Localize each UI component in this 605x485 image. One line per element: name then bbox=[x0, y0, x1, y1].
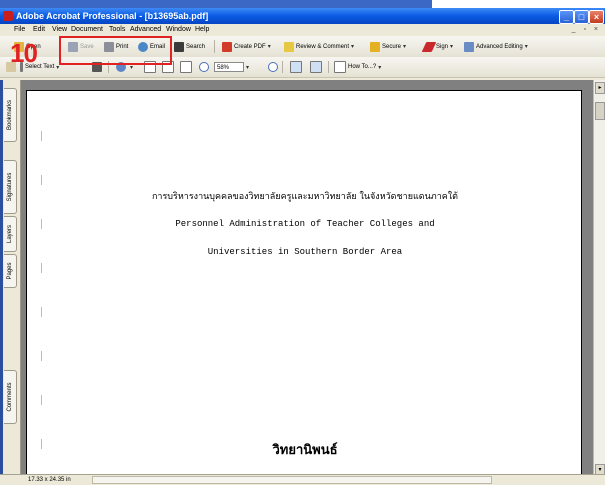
navigation-panel: Bookmarks Signatures Layers Pages Commen… bbox=[0, 80, 21, 478]
minimize-button[interactable]: _ bbox=[559, 10, 574, 24]
help-page-icon bbox=[334, 61, 346, 73]
review-icon bbox=[284, 41, 294, 52]
rotate-left-button[interactable] bbox=[290, 57, 304, 77]
tab-comments[interactable]: Comments bbox=[4, 370, 17, 424]
how-to-label: How To...? bbox=[348, 64, 377, 70]
zoom-level-field[interactable]: 58% ▾ bbox=[214, 57, 249, 77]
zoom-in-button[interactable] bbox=[268, 57, 280, 77]
binoculars-icon bbox=[174, 41, 184, 52]
tab-signatures-label: Signatures bbox=[7, 172, 13, 202]
advanced-editing-button[interactable]: Advanced Editing ▾ bbox=[464, 36, 528, 57]
how-to-button[interactable]: How To...? ▾ bbox=[334, 57, 381, 77]
margin-mark bbox=[41, 175, 47, 185]
tab-bookmarks-label: Bookmarks bbox=[7, 99, 13, 131]
lock-icon bbox=[370, 41, 380, 52]
menu-window[interactable]: Window bbox=[166, 24, 191, 35]
top-strip bbox=[0, 0, 605, 8]
tutorial-step-number: 10 bbox=[10, 38, 38, 68]
menu-view[interactable]: View bbox=[52, 24, 67, 35]
fit-width-button[interactable] bbox=[180, 57, 194, 77]
zoom-out-icon bbox=[199, 62, 209, 72]
search-button[interactable]: Search bbox=[174, 36, 205, 57]
dropdown-arrow-icon: ▾ bbox=[351, 44, 355, 50]
toolbar-separator bbox=[328, 61, 329, 73]
mdi-controls[interactable]: _ ▫ × bbox=[572, 24, 601, 35]
menu-tools[interactable]: Tools bbox=[109, 24, 125, 35]
status-bar: 17.33 x 24.35 in bbox=[0, 474, 605, 485]
create-pdf-button[interactable]: Create PDF ▾ bbox=[222, 36, 271, 57]
tab-pages-label: Pages bbox=[7, 262, 13, 280]
pdf-page: การบริหารงานบุคคลของวิทยาลัยครูและมหาวิท… bbox=[26, 90, 582, 478]
review-comment-button[interactable]: Review & Comment ▾ bbox=[284, 36, 354, 57]
rotate-right-icon bbox=[310, 61, 322, 73]
acrobat-window: Adobe Acrobat Professional - [b13695ab.p… bbox=[0, 8, 605, 485]
zoom-in-icon bbox=[268, 62, 278, 72]
review-label: Review & Comment bbox=[296, 43, 350, 50]
tab-bookmarks[interactable]: Bookmarks bbox=[4, 88, 17, 142]
tab-signatures[interactable]: Signatures bbox=[4, 160, 17, 214]
edit-cursor-icon bbox=[464, 41, 474, 52]
title-bar: Adobe Acrobat Professional - [b13695ab.p… bbox=[0, 8, 605, 24]
dropdown-arrow-icon: ▾ bbox=[246, 64, 250, 71]
scroll-up-button[interactable]: ▸ bbox=[595, 82, 605, 94]
maximize-button[interactable]: □ bbox=[574, 10, 589, 24]
document-thai-title: การบริหารงานบุคคลของวิทยาลัยครูและมหาวิท… bbox=[151, 192, 459, 202]
margin-mark bbox=[41, 131, 47, 141]
dropdown-arrow-icon: ▾ bbox=[524, 44, 528, 50]
menu-edit[interactable]: Edit bbox=[33, 24, 45, 35]
sign-label: Sign bbox=[436, 43, 449, 50]
menu-bar: File Edit View Document Tools Advanced W… bbox=[0, 24, 605, 35]
advanced-editing-label: Advanced Editing bbox=[476, 43, 523, 50]
secure-button[interactable]: Secure ▾ bbox=[370, 36, 406, 57]
window-title: Adobe Acrobat Professional - [b13695ab.p… bbox=[16, 11, 209, 21]
menu-advanced[interactable]: Advanced bbox=[130, 24, 161, 35]
horizontal-scrollbar[interactable] bbox=[92, 476, 492, 484]
left-edge-strip bbox=[0, 80, 3, 478]
rotate-left-icon bbox=[290, 61, 302, 73]
rotate-right-button[interactable] bbox=[310, 57, 324, 77]
margin-mark bbox=[41, 351, 47, 361]
pen-icon bbox=[421, 41, 437, 52]
document-thai-footer: วิทยานิพนธ์ bbox=[272, 443, 338, 458]
margin-mark bbox=[41, 263, 47, 273]
close-button[interactable]: × bbox=[589, 10, 604, 24]
vertical-scrollbar[interactable]: ▸ ▾ bbox=[593, 80, 605, 478]
scroll-thumb[interactable] bbox=[595, 102, 605, 120]
document-area[interactable]: การบริหารงานบุคคลของวิทยาลัยครูและมหาวิท… bbox=[21, 80, 593, 478]
toolbar-separator bbox=[282, 61, 283, 73]
tutorial-highlight-box bbox=[59, 36, 172, 65]
dropdown-arrow-icon: ▾ bbox=[267, 44, 271, 50]
margin-mark bbox=[41, 307, 47, 317]
tab-pages[interactable]: Pages bbox=[4, 254, 17, 288]
dropdown-arrow-icon: ▾ bbox=[450, 44, 454, 50]
tab-layers[interactable]: Layers bbox=[4, 216, 17, 252]
document-english-title-line1: Personnel Administration of Teacher Coll… bbox=[175, 219, 435, 229]
create-pdf-label: Create PDF bbox=[234, 43, 266, 50]
dropdown-arrow-icon: ▾ bbox=[378, 64, 382, 71]
margin-mark bbox=[41, 395, 47, 405]
search-label: Search bbox=[186, 43, 206, 50]
menu-help[interactable]: Help bbox=[195, 24, 209, 35]
tab-layers-label: Layers bbox=[7, 224, 13, 244]
toolbar-separator bbox=[214, 40, 215, 53]
tab-comments-label: Comments bbox=[7, 382, 13, 412]
menu-file[interactable]: File bbox=[14, 24, 25, 35]
zoom-out-button[interactable] bbox=[199, 57, 211, 77]
menu-document[interactable]: Document bbox=[71, 24, 103, 35]
page-width-icon bbox=[180, 61, 192, 73]
create-pdf-icon bbox=[222, 41, 232, 52]
dropdown-arrow-icon: ▾ bbox=[403, 44, 407, 50]
zoom-level-value: 58% bbox=[214, 62, 244, 72]
acrobat-icon bbox=[3, 11, 13, 21]
sign-button[interactable]: Sign ▾ bbox=[421, 36, 454, 57]
document-english-title-line2: Universities in Southern Border Area bbox=[207, 247, 403, 257]
secure-label: Secure bbox=[382, 43, 402, 50]
